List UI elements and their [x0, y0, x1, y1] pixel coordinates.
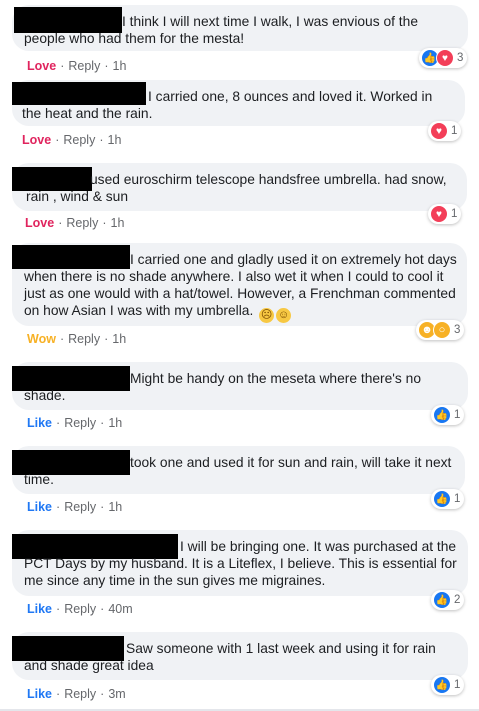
reaction-count-badge[interactable]: 👍 1: [431, 405, 465, 425]
reply-button[interactable]: Reply: [63, 133, 95, 147]
sad-face-emoji: ☹: [259, 308, 275, 323]
reaction-count-badge[interactable]: 👍 2: [431, 590, 465, 610]
like-reaction-button[interactable]: Like: [27, 416, 52, 430]
reaction-count: 1: [454, 493, 461, 505]
timestamp[interactable]: 1h: [108, 416, 122, 430]
comment-text: Saw someone with 1 last week and using i…: [24, 641, 436, 673]
reaction-count-badge[interactable]: ☻ ○ 3: [416, 320, 465, 340]
reaction-count: 1: [454, 409, 461, 421]
comment-bubble: used euroschirm telescope handsfree umbr…: [12, 163, 467, 211]
comment-bubble: Might be handy on the meseta where there…: [12, 362, 468, 410]
reaction-count: 2: [454, 594, 461, 606]
heart-icon: ♥: [436, 49, 454, 67]
comment-bubble: I carried one and gladly used it on extr…: [12, 243, 467, 326]
wow-reaction-button[interactable]: Wow: [27, 332, 56, 346]
like-icon: 👍: [433, 591, 451, 609]
timestamp[interactable]: 1h: [112, 332, 126, 346]
reaction-count: 1: [454, 679, 461, 691]
comment-text: I will be bringing one. It was purchased…: [24, 539, 457, 588]
comment-bubble: I carried one, 8 ounces and loved it. Wo…: [12, 80, 465, 126]
like-reaction-button[interactable]: Like: [27, 602, 52, 616]
reply-button[interactable]: Reply: [68, 59, 100, 73]
comment-bubble: Saw someone with 1 last week and using i…: [12, 632, 468, 680]
reaction-count-badge[interactable]: 👍 1: [431, 489, 465, 509]
comment-bubble: I will be bringing one. It was purchased…: [12, 530, 468, 596]
wow-icon: ○: [433, 321, 451, 339]
love-reaction-button[interactable]: Love: [22, 133, 51, 147]
love-reaction-button[interactable]: Love: [25, 216, 54, 230]
comment-actions: Like · Reply · 3m: [27, 687, 126, 701]
comment-actions: Like · Reply · 1h: [27, 416, 123, 430]
timestamp[interactable]: 3m: [108, 687, 125, 701]
reply-button[interactable]: Reply: [68, 332, 100, 346]
comment-text: I carried one and gladly used it on extr…: [24, 252, 457, 323]
comment-actions: Like · Reply · 1h: [27, 500, 123, 514]
comment-actions: Like · Reply · 40m: [27, 602, 133, 616]
reaction-count-badge[interactable]: 👍 1: [431, 675, 465, 695]
reply-button[interactable]: Reply: [64, 416, 96, 430]
reaction-count-badge[interactable]: 👍 ♥ 3: [419, 48, 468, 68]
heart-icon: ♥: [430, 122, 448, 140]
like-icon: 👍: [433, 490, 451, 508]
comment-bubble: took one and used it for sun and rain, w…: [12, 446, 465, 494]
comment-text: I carried one, 8 ounces and loved it. Wo…: [22, 89, 433, 121]
like-reaction-button[interactable]: Like: [27, 687, 52, 701]
comment-actions: Wow · Reply · 1h: [27, 332, 127, 346]
timestamp[interactable]: 40m: [108, 602, 132, 616]
timestamp[interactable]: 1h: [113, 59, 127, 73]
timestamp[interactable]: 1h: [108, 133, 122, 147]
reaction-count: 3: [454, 324, 461, 336]
reaction-count-badge[interactable]: ♥ 1: [428, 204, 462, 224]
timestamp[interactable]: 1h: [108, 500, 122, 514]
reaction-count: 1: [451, 208, 458, 220]
reaction-count: 3: [457, 52, 464, 64]
comment-actions: Love · Reply · 1h: [25, 216, 125, 230]
heart-icon: ♥: [430, 205, 448, 223]
comment-text: used euroschirm telescope handsfree umbr…: [26, 172, 447, 204]
comment-text: took one and used it for sun and rain, w…: [24, 455, 452, 487]
love-reaction-button[interactable]: Love: [27, 59, 56, 73]
comment-bubble: I think I will next time I walk, I was e…: [12, 5, 468, 51]
comment-text: Might be handy on the meseta where there…: [24, 371, 422, 403]
reply-button[interactable]: Reply: [64, 500, 96, 514]
reply-button[interactable]: Reply: [64, 602, 96, 616]
like-icon: 👍: [433, 676, 451, 694]
like-reaction-button[interactable]: Like: [27, 500, 52, 514]
reply-button[interactable]: Reply: [64, 687, 96, 701]
reply-button[interactable]: Reply: [66, 216, 98, 230]
reaction-count-badge[interactable]: ♥ 1: [428, 121, 462, 141]
reaction-count: 1: [451, 125, 458, 137]
eye-roll-emoji: ☺: [276, 308, 292, 323]
timestamp[interactable]: 1h: [111, 216, 125, 230]
comment-actions: Love · Reply · 1h: [22, 133, 122, 147]
like-icon: 👍: [433, 406, 451, 424]
comment-actions: Love · Reply · 1h: [27, 59, 127, 73]
comment-text: I think I will next time I walk, I was e…: [24, 14, 418, 46]
